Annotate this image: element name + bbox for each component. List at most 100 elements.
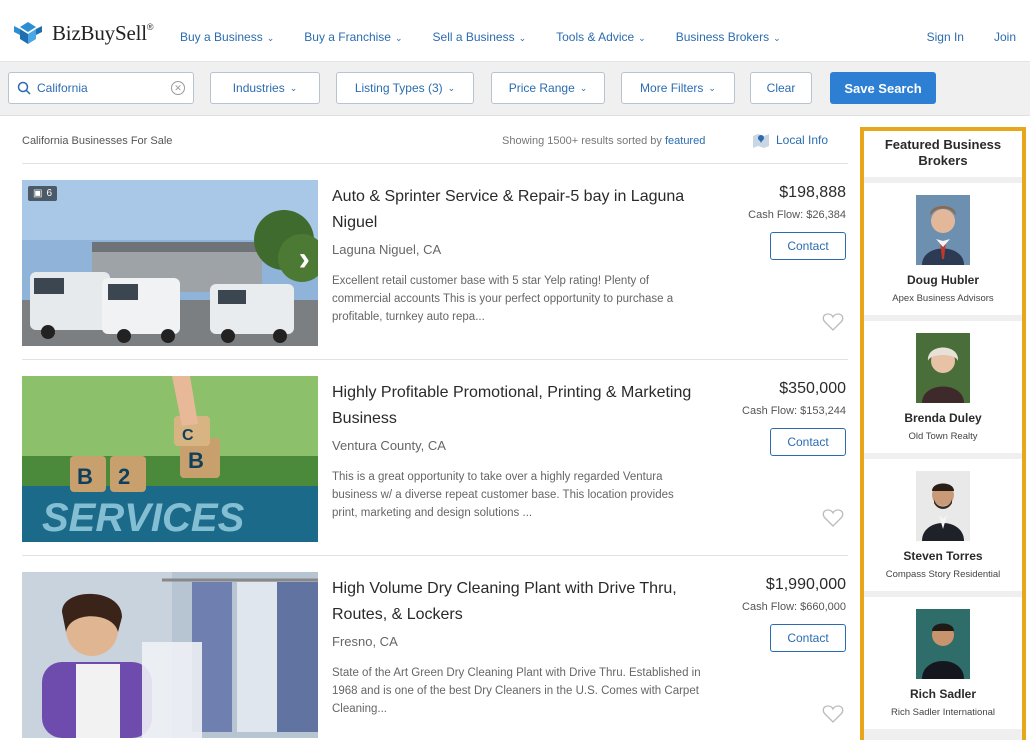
listing-location: Laguna Niguel, CA — [332, 242, 442, 257]
listing-title[interactable]: Highly Profitable Promotional, Printing … — [332, 380, 702, 432]
top-navigation-bar: BizBuySell ® Buy a Business ⌄ Buy a Franc… — [0, 0, 1030, 62]
broker-avatar[interactable] — [916, 609, 970, 679]
contact-button[interactable]: Contact — [770, 428, 846, 456]
sign-in-link[interactable]: Sign In — [927, 30, 964, 44]
listing-card[interactable]: ▣ 6 › Auto & Sprinter Service & Repair-5… — [22, 163, 848, 349]
results-sort-info: Showing 1500+ results sorted by featured — [502, 135, 705, 147]
join-link[interactable]: Join — [994, 30, 1016, 44]
nav-buy-a-franchise[interactable]: Buy a Franchise ⌄ — [304, 30, 402, 44]
broker-avatar[interactable] — [916, 471, 970, 541]
save-search-button[interactable]: Save Search — [830, 72, 936, 104]
nav-business-brokers[interactable]: Business Brokers ⌄ — [676, 30, 781, 44]
nav-label: Business Brokers — [675, 30, 770, 44]
chevron-down-icon: ⌄ — [447, 82, 456, 93]
listing-photo[interactable]: B 2 B C SERVICES — [22, 376, 318, 542]
listing-description: This is a great opportunity to take over… — [332, 471, 674, 519]
broker-avatar[interactable] — [916, 333, 970, 403]
main-nav: Buy a Business ⌄ Buy a Franchise ⌄ Sell a … — [180, 30, 811, 44]
filter-bar: California ✕ Industries ⌄ Listing Types (… — [0, 62, 1030, 116]
svg-text:C: C — [182, 427, 194, 444]
bizbuysell-logo[interactable]: BizBuySell ® — [12, 20, 153, 46]
chevron-down-icon: ⌄ — [708, 82, 716, 93]
local-info-link[interactable]: Local Info — [752, 132, 828, 148]
search-input[interactable]: California ✕ — [8, 72, 194, 104]
listing-cash-flow: Cash Flow: $660,000 — [742, 601, 846, 613]
listing-card[interactable]: B 2 B C SERVICES Highly Profitable Promo… — [22, 359, 848, 545]
broker-avatar[interactable] — [916, 195, 970, 265]
brand-registered-mark: ® — [146, 22, 154, 32]
listing-price: $1,990,000 — [765, 576, 846, 593]
broker-card[interactable]: Doug Hubler Apex Business Advisors — [864, 183, 1022, 315]
nav-sell-a-business[interactable]: Sell a Business ⌄ — [433, 30, 527, 44]
broker-card[interactable]: Steven Torres Compass Story Residential — [864, 459, 1022, 591]
logo-mark-icon — [14, 22, 42, 44]
svg-text:2: 2 — [118, 464, 130, 489]
chevron-down-icon: ⌄ — [638, 33, 646, 43]
contact-button[interactable]: Contact — [770, 624, 846, 652]
chevron-down-icon: ⌄ — [266, 33, 275, 43]
listing-description: State of the Art Green Dry Cleaning Plan… — [332, 667, 701, 715]
broker-name[interactable]: Steven Torres — [864, 549, 1022, 563]
svg-text:SERVICES: SERVICES — [42, 496, 245, 540]
listing-price: $198,888 — [779, 184, 846, 201]
chevron-down-icon: ⌄ — [518, 33, 527, 43]
photo-count-badge: ▣ 6 — [28, 186, 58, 201]
svg-text:B: B — [188, 448, 204, 473]
dropdown-label: Industries — [232, 81, 285, 95]
nav-label: Buy a Franchise — [304, 30, 391, 44]
favorite-heart-icon[interactable] — [822, 312, 844, 332]
broker-org: Apex Business Advisors — [892, 293, 994, 304]
broker-name[interactable]: Rich Sadler — [864, 687, 1022, 701]
svg-text:B: B — [77, 464, 93, 489]
listing-location: Ventura County, CA — [332, 438, 446, 453]
listing-cash-flow: Cash Flow: $26,384 — [748, 209, 846, 221]
dropdown-label: Price Range — [508, 81, 575, 95]
featured-brokers-sidebar: Featured Business Brokers Doug Hubler Ap… — [860, 127, 1026, 740]
contact-button[interactable]: Contact — [770, 232, 846, 260]
listing-photo[interactable] — [22, 572, 318, 738]
map-icon — [753, 134, 769, 148]
listing-cash-flow: Cash Flow: $153,244 — [742, 405, 846, 417]
camera-icon: ▣ — [33, 188, 43, 199]
listing-price: $350,000 — [779, 380, 846, 397]
listing-description: Excellent retail customer base with 5 st… — [332, 275, 674, 323]
nav-label: Buy a Business — [180, 30, 263, 44]
nav-buy-a-business[interactable]: Buy a Business ⌄ — [180, 30, 274, 44]
sidebar-title: Featured Business Brokers — [864, 131, 1022, 177]
broker-org: Old Town Realty — [908, 431, 978, 442]
broker-card[interactable]: Rich Sadler Rich Sadler International — [864, 597, 1022, 729]
listing-title[interactable]: High Volume Dry Cleaning Plant with Driv… — [332, 576, 702, 628]
favorite-heart-icon[interactable] — [822, 508, 844, 528]
broker-name[interactable]: Doug Hubler — [864, 273, 1022, 287]
chevron-down-icon: ⌄ — [579, 82, 588, 93]
clear-search-icon[interactable]: ✕ — [171, 81, 185, 95]
listing-card[interactable]: High Volume Dry Cleaning Plant with Driv… — [22, 555, 848, 740]
next-photo-chevron-icon[interactable]: › — [299, 240, 310, 279]
nav-tools-and-advice[interactable]: Tools & Advice ⌄ — [556, 30, 646, 44]
broker-card[interactable]: Brenda Duley Old Town Realty — [864, 321, 1022, 453]
photo-count: 6 — [46, 188, 53, 199]
listing-types-dropdown[interactable]: Listing Types (3) ⌄ — [336, 72, 474, 104]
more-filters-dropdown[interactable]: More Filters ⌄ — [621, 72, 735, 104]
local-info-label: Local Info — [776, 133, 829, 147]
sprinter-vans-photo — [22, 180, 318, 346]
results-title: California Businesses For Sale — [22, 135, 173, 147]
clear-button[interactable]: Clear — [750, 72, 812, 104]
chevron-down-icon: ⌄ — [289, 82, 298, 93]
favorite-heart-icon[interactable] — [822, 704, 844, 724]
price-range-dropdown[interactable]: Price Range ⌄ — [491, 72, 605, 104]
auth-links: Sign In Join — [927, 30, 1016, 44]
chevron-down-icon: ⌄ — [394, 33, 403, 43]
search-value: California — [37, 81, 88, 95]
broker-name[interactable]: Brenda Duley — [864, 411, 1022, 425]
broker-org: Rich Sadler International — [890, 707, 996, 718]
b2b-services-photo: B 2 B C SERVICES — [22, 376, 318, 542]
listing-title[interactable]: Auto & Sprinter Service & Repair-5 bay i… — [332, 184, 702, 236]
industries-dropdown[interactable]: Industries ⌄ — [210, 72, 320, 104]
listing-photo[interactable]: ▣ 6 › — [22, 180, 318, 346]
broker-org: Compass Story Residential — [885, 569, 1001, 580]
sort-featured-link[interactable]: featured — [665, 135, 705, 147]
clear-label: Clear — [766, 81, 796, 95]
dry-cleaning-photo — [22, 572, 318, 738]
brand-name: BizBuySell — [52, 20, 147, 45]
